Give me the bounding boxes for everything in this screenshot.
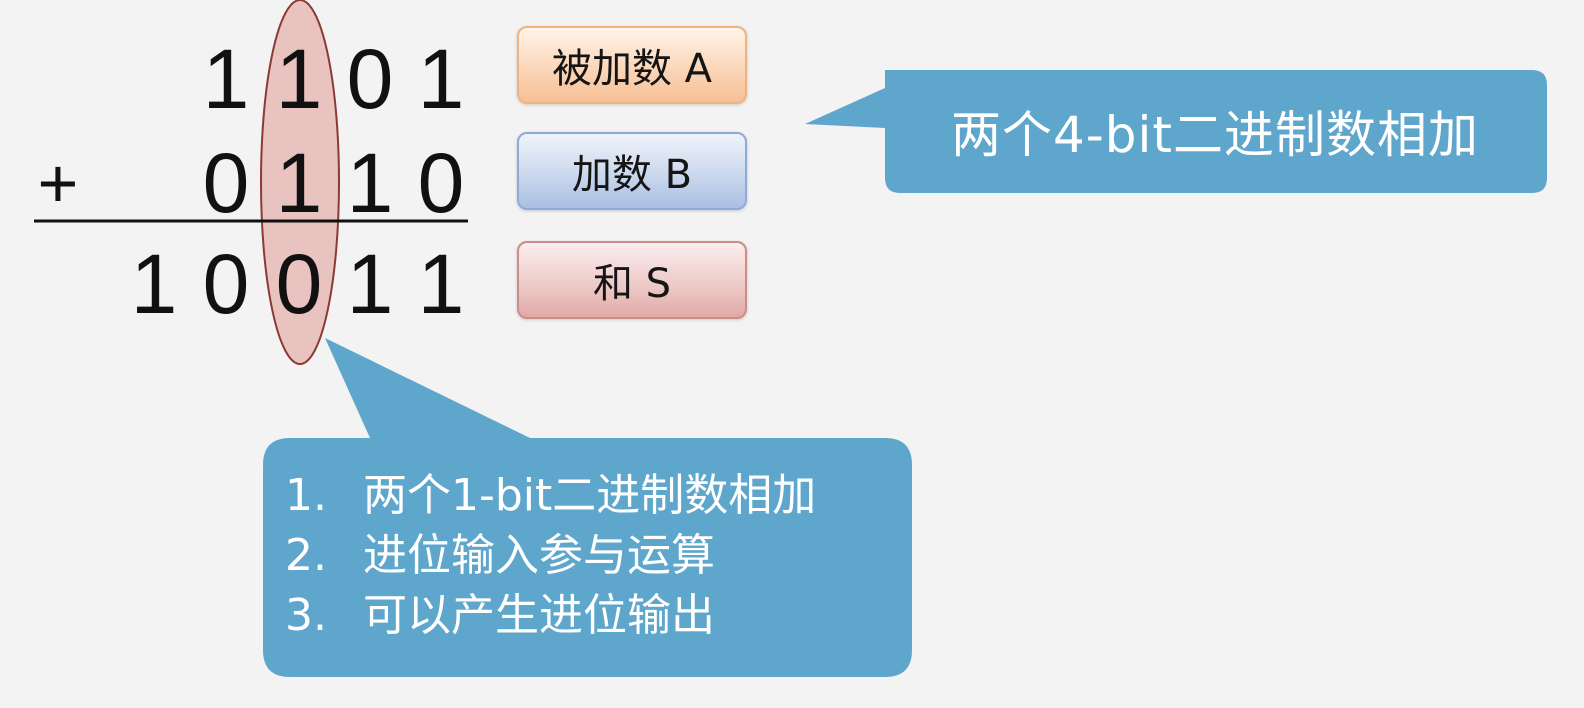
digit-b-0: 0 (203, 136, 250, 230)
list-item-number: 3. (285, 590, 327, 641)
list-item-text: 可以产生进位输出 (363, 590, 715, 641)
addend-b-label: 加数 B (517, 132, 747, 210)
digit-b-3: 0 (418, 136, 465, 230)
callout-list-item: 2. 进位输入参与运算 (285, 526, 905, 586)
digit-s-4: 1 (418, 237, 465, 331)
bottom-callout-list: 1. 两个1-bit二进制数相加 2. 进位输入参与运算 3. 可以产生进位输出 (285, 466, 905, 646)
callout-list-item: 1. 两个1-bit二进制数相加 (285, 466, 905, 526)
slide: 1 1 0 1 + 0 1 1 0 1 0 0 1 1 被加数 A 加数 B 和… (0, 0, 1584, 708)
digit-s-2: 0 (276, 237, 323, 331)
digit-a-2: 0 (347, 32, 394, 126)
digit-s-3: 1 (347, 237, 394, 331)
digit-a-3: 1 (418, 32, 465, 126)
list-item-text: 两个1-bit二进制数相加 (363, 470, 817, 521)
digit-a-0: 1 (203, 32, 250, 126)
sum-s-label: 和 S (517, 241, 747, 319)
list-item-text: 进位输入参与运算 (363, 530, 715, 581)
digit-a-1: 1 (276, 32, 323, 126)
top-callout-text: 两个4-bit二进制数相加 (950, 106, 1480, 164)
digit-s-1: 0 (203, 237, 250, 331)
digit-b-1: 1 (276, 136, 323, 230)
plus-sign: + (38, 144, 79, 222)
list-item-number: 2. (285, 530, 327, 581)
list-item-number: 1. (285, 470, 327, 521)
digit-s-0: 1 (131, 237, 178, 331)
callout-list-item: 3. 可以产生进位输出 (285, 586, 905, 646)
addend-a-label: 被加数 A (517, 26, 747, 104)
digit-b-2: 1 (347, 136, 394, 230)
